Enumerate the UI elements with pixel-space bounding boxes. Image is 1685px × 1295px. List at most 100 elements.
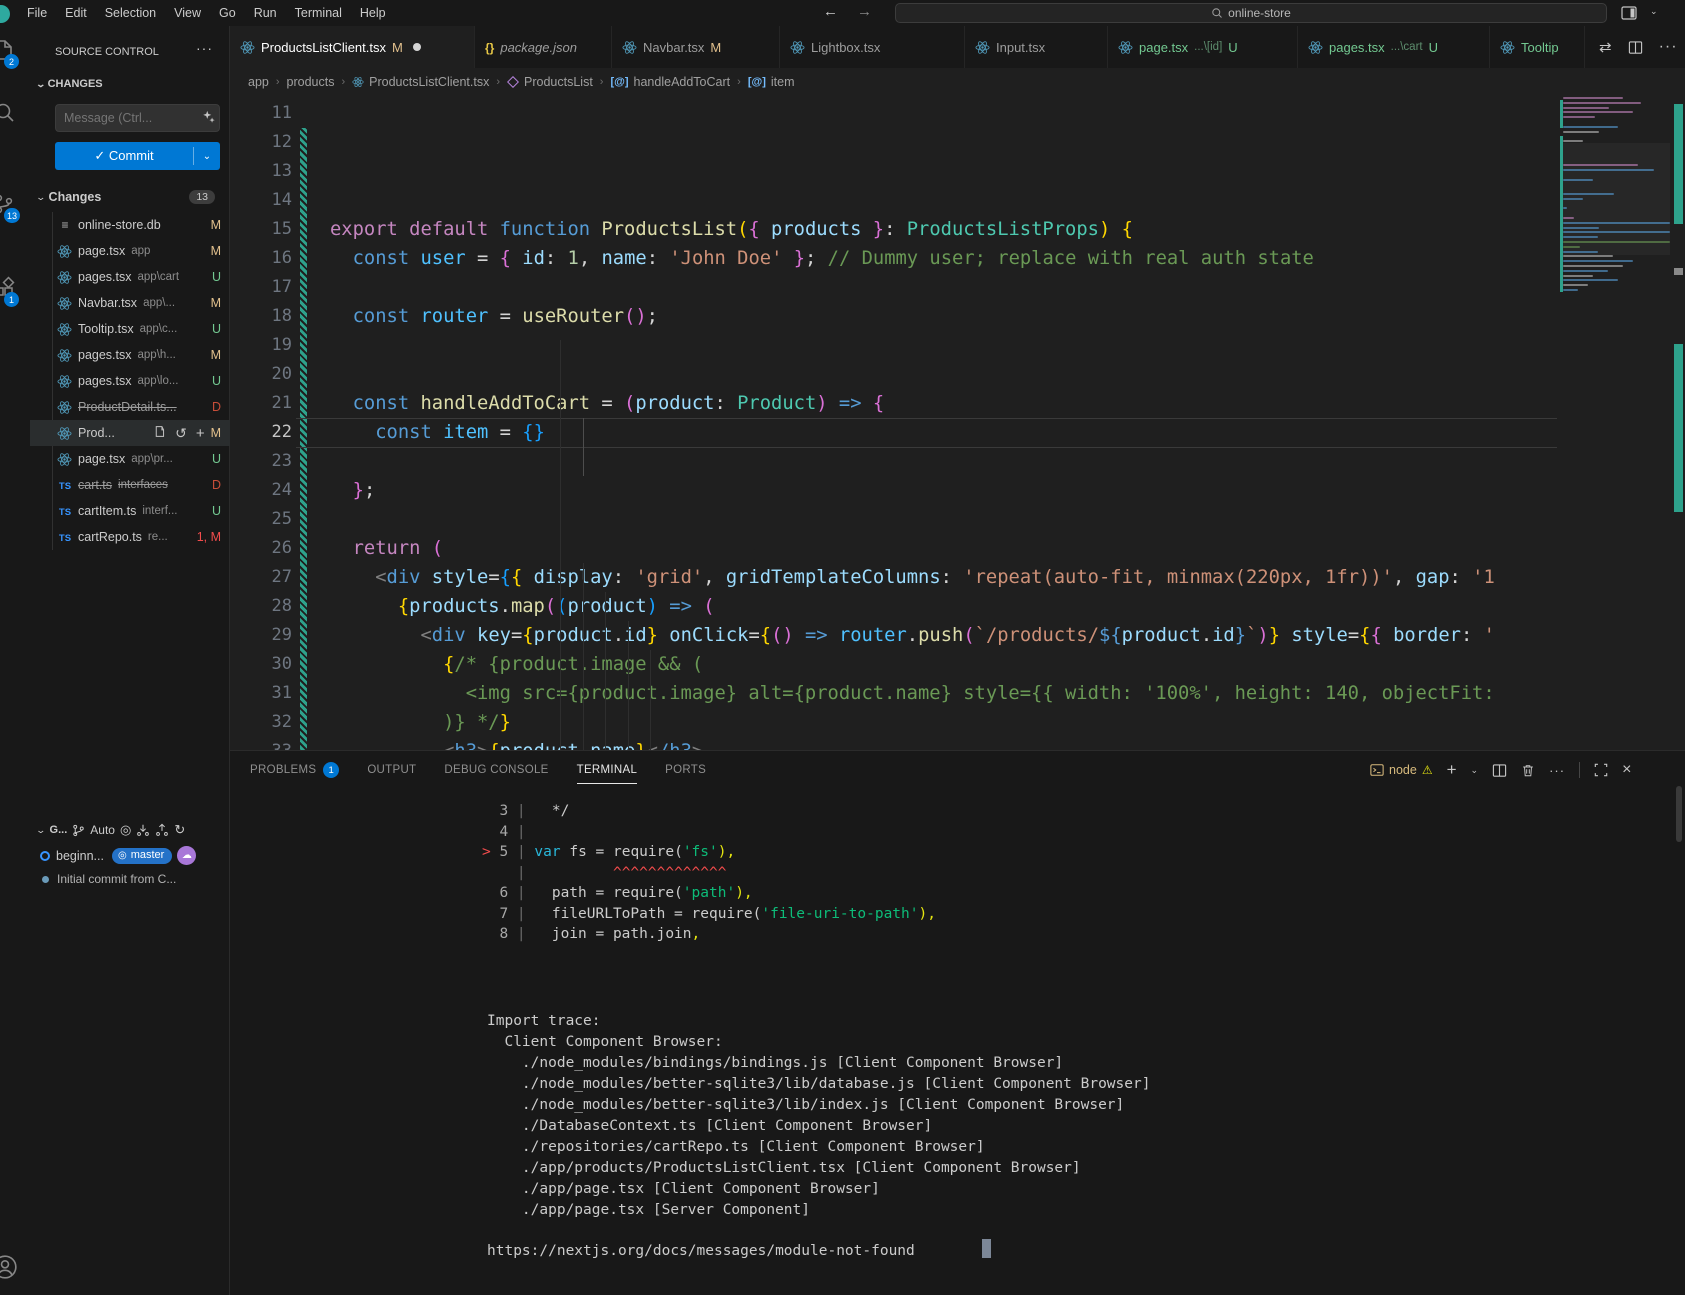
line-number: 15 <box>230 215 292 244</box>
line-number: 31 <box>230 679 292 708</box>
tab-tooltip[interactable]: Tooltip <box>1490 26 1585 68</box>
tab-page-tsx[interactable]: page.tsx...\[id]U <box>1108 26 1298 68</box>
commit-message-input[interactable] <box>55 104 220 132</box>
menu-go[interactable]: Go <box>210 3 245 23</box>
changed-file-row[interactable]: TScart.tsinterfacesD <box>30 472 230 498</box>
changed-file-row[interactable]: pages.tsxapp\lo...U <box>30 368 230 394</box>
terminal-link[interactable]: https://nextjs.org/docs/messages/module-… <box>487 1241 915 1261</box>
close-panel-icon[interactable]: × <box>1622 761 1631 779</box>
changed-file-row[interactable]: ProductDetail.ts...D <box>30 394 230 420</box>
refresh-icon-clipped[interactable]: ↻ <box>174 822 185 838</box>
cloud-icon[interactable]: ☁ <box>177 846 196 865</box>
discard-changes-icon[interactable]: ↺ <box>175 425 187 442</box>
tab-pages-tsx[interactable]: pages.tsx...\cartU <box>1298 26 1490 68</box>
nav-back-icon[interactable]: ← <box>823 3 838 20</box>
panel-tab-problems[interactable]: PROBLEMS1 <box>250 751 339 789</box>
panel-tab-ports[interactable]: PORTS <box>665 751 706 789</box>
code-line: const item = {} <box>330 418 545 447</box>
account-icon[interactable] <box>0 1254 16 1278</box>
open-changes-icon[interactable]: ⇄ <box>1599 38 1612 56</box>
menu-view[interactable]: View <box>165 3 210 23</box>
menu-terminal[interactable]: Terminal <box>286 3 351 23</box>
line-number: 17 <box>230 273 292 302</box>
panel-tab-terminal[interactable]: TERMINAL <box>577 751 638 789</box>
commit-dropdown-icon[interactable]: ⌄ <box>194 151 220 162</box>
breadcrumb-item[interactable]: ProductsList <box>507 75 593 89</box>
code-line: {/* {product.image && ( <box>330 650 703 679</box>
push-icon[interactable] <box>155 823 169 837</box>
changed-file-row[interactable]: pages.tsxapp\h...M <box>30 342 230 368</box>
changed-file-row[interactable]: TScartRepo.tsre...1, M <box>30 524 230 550</box>
stage-changes-icon[interactable]: + <box>196 425 205 442</box>
kill-terminal-icon[interactable] <box>1521 763 1535 778</box>
menu-help[interactable]: Help <box>351 3 395 23</box>
fetch-icon[interactable] <box>136 823 150 837</box>
overview-ruler[interactable] <box>1674 96 1683 750</box>
menu-edit[interactable]: Edit <box>56 3 96 23</box>
breadcrumb-item[interactable]: [@]item <box>748 75 795 89</box>
code-line: <img src={product.image} alt={product.na… <box>330 679 1495 708</box>
menu-file[interactable]: File <box>18 3 56 23</box>
minimap-line <box>1563 217 1574 219</box>
changed-file-row[interactable]: pages.tsxapp\cartU <box>30 264 230 290</box>
panel-tab-debug-console[interactable]: DEBUG CONSOLE <box>444 751 548 789</box>
react-file-icon <box>1118 40 1133 55</box>
open-file-icon[interactable] <box>153 425 166 438</box>
terminal-shell-item[interactable]: node ⚠ <box>1370 763 1433 777</box>
changed-file-row[interactable]: TScartItem.tsinterf...U <box>30 498 230 524</box>
customize-layout-icon[interactable] <box>1621 5 1637 21</box>
layout-chevron-icon[interactable]: ⌄ <box>1650 6 1658 17</box>
more-actions-icon[interactable]: ··· <box>1659 38 1678 56</box>
tab-input-tsx[interactable]: Input.tsx <box>965 26 1108 68</box>
git-status-label: D <box>212 478 221 492</box>
changed-file-row[interactable]: page.tsxapp\pr...U <box>30 446 230 472</box>
tab-navbar-tsx[interactable]: Navbar.tsxM <box>612 26 780 68</box>
changed-file-row[interactable]: ≡online-store.dbM <box>30 212 230 238</box>
branch-badge[interactable]: ◎master <box>112 848 172 864</box>
graph-commit-row[interactable]: beginn... ◎master ☁ <box>37 846 230 865</box>
react-file-icon <box>57 452 73 467</box>
maximize-panel-icon[interactable] <box>1594 763 1608 777</box>
sidebar-more-icon[interactable]: ··· <box>196 40 213 56</box>
nav-forward-icon[interactable]: → <box>857 3 872 20</box>
graph-section-header[interactable]: ⌄G... Auto ◎ ↻ <box>37 822 230 838</box>
terminal-scrollbar[interactable] <box>1676 786 1682 842</box>
new-terminal-icon[interactable]: + <box>1447 760 1457 780</box>
bottom-panel: PROBLEMS1 OUTPUT DEBUG CONSOLE TERMINAL PORT… <box>230 750 1685 1295</box>
changed-file-row[interactable]: page.tsxappM <box>30 238 230 264</box>
changes-section-header[interactable]: ⌄ CHANGES <box>37 78 103 90</box>
panel-tab-bar: PROBLEMS1 OUTPUT DEBUG CONSOLE TERMINAL PORT… <box>250 751 706 789</box>
terminal-dropdown-icon[interactable]: ⌄ <box>1471 765 1479 776</box>
menu-selection[interactable]: Selection <box>96 3 165 23</box>
panel-more-icon[interactable]: ··· <box>1549 763 1565 778</box>
breadcrumb-item[interactable]: app <box>248 75 269 89</box>
search-icon[interactable] <box>0 100 16 124</box>
unsaved-dot-icon[interactable] <box>413 43 421 51</box>
breadcrumb-item[interactable]: ProductsListClient.tsx <box>352 75 489 89</box>
split-terminal-icon[interactable] <box>1492 763 1507 778</box>
minimap-line <box>1563 198 1583 200</box>
target-icon[interactable]: ◎ <box>120 822 131 838</box>
changed-file-row[interactable]: Tooltip.tsxapp\c...U <box>30 316 230 342</box>
breadcrumb-item[interactable]: [@]handleAddToCart <box>610 75 730 89</box>
code-editor[interactable]: 1112131415export default function Produc… <box>230 96 1685 750</box>
breadcrumb-item[interactable]: products <box>287 75 335 89</box>
app-logo-icon[interactable] <box>0 5 10 23</box>
tab-lightbox-tsx[interactable]: Lightbox.tsx <box>780 26 965 68</box>
tab-package-json[interactable]: {}package.json <box>475 26 612 68</box>
graph-commit-row[interactable]: Initial commit from C... <box>37 872 230 886</box>
sparkle-ai-icon[interactable] <box>202 110 216 124</box>
changed-file-row[interactable]: Prod...↺+M <box>30 420 230 446</box>
split-editor-icon[interactable] <box>1628 40 1643 55</box>
changed-file-row[interactable]: Navbar.tsxapp\...M <box>30 290 230 316</box>
minimap[interactable] <box>1560 96 1670 750</box>
menu-run[interactable]: Run <box>245 3 286 23</box>
command-center-search[interactable]: online-store <box>895 3 1607 23</box>
minimap-line <box>1563 251 1598 253</box>
commit-button[interactable]: ✓ Commit ⌄ <box>55 142 220 170</box>
panel-tab-output[interactable]: OUTPUT <box>367 751 416 789</box>
tab-productslistclient-tsx[interactable]: ProductsListClient.tsxM <box>230 26 475 68</box>
line-number: 21 <box>230 389 292 418</box>
changes-tree-header[interactable]: ⌄Changes 13 <box>37 186 223 208</box>
gutter-change-indicator[interactable] <box>300 128 307 750</box>
